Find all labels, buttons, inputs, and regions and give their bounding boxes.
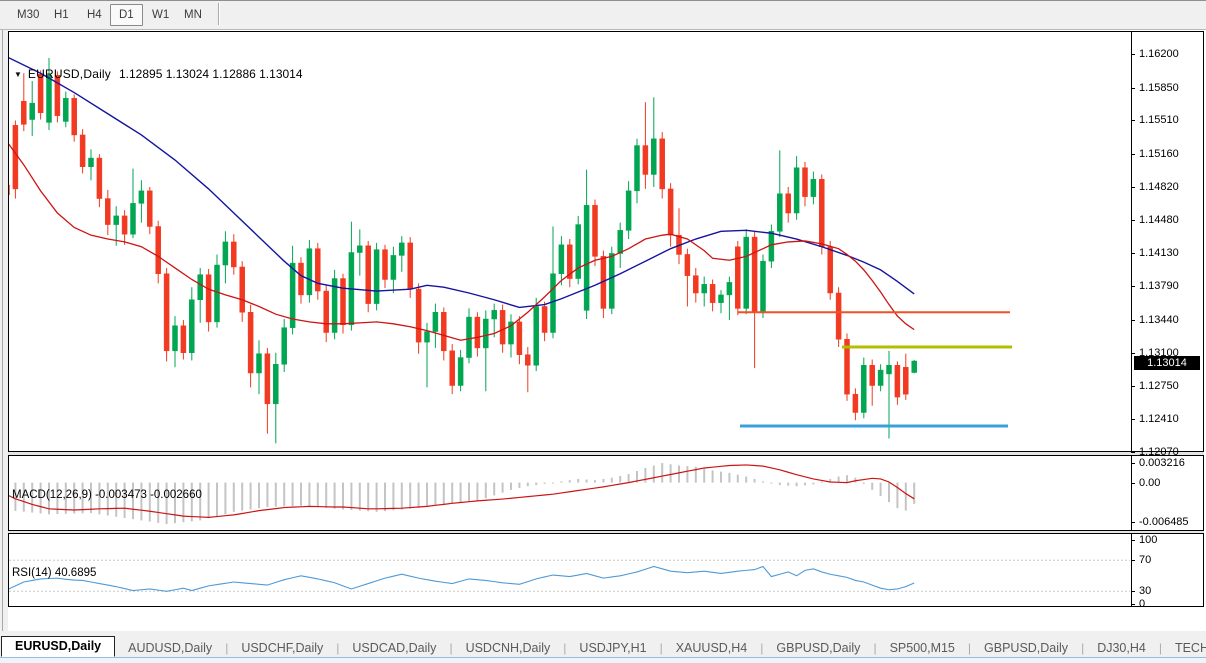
price-label: 1.12750	[1139, 380, 1179, 392]
chart-ohlc-values: 1.12895 1.13024 1.12886 1.13014	[119, 67, 303, 81]
price-label: 1.15510	[1139, 114, 1179, 126]
price-label: 1.15850	[1139, 82, 1179, 94]
price-label: 1.16200	[1139, 48, 1179, 60]
symbol-tab-usdchf-daily[interactable]: USDCHF,Daily	[228, 639, 336, 657]
rsi-axis-label: 70	[1139, 554, 1151, 566]
panel-splitter-1[interactable]	[8, 452, 1204, 455]
price-label-tick	[1131, 54, 1135, 55]
symbol-tab-audusd-daily[interactable]: AUDUSD,Daily	[115, 639, 225, 657]
symbol-tab-sp500-m15[interactable]: SP500,M15	[877, 639, 968, 657]
price-label-tick	[1131, 419, 1135, 420]
rsi-panel[interactable]	[8, 533, 1204, 607]
timeframe-button-m30[interactable]: M30	[8, 4, 48, 26]
macd-indicator-label: MACD(12,26,9) -0.003473 -0.002660	[12, 489, 202, 501]
symbol-tab-eurusd-daily[interactable]: EURUSD,Daily	[1, 636, 115, 657]
panel-splitter-2[interactable]	[8, 531, 1204, 533]
price-label: 1.14820	[1139, 181, 1179, 193]
symbol-tab-bar: EURUSD,DailyAUDUSD,Daily|USDCHF,Daily|US…	[0, 636, 1206, 657]
price-label: 1.13790	[1139, 280, 1179, 292]
price-label-tick	[1131, 452, 1135, 453]
symbol-tab-usdcad-daily[interactable]: USDCAD,Daily	[339, 639, 449, 657]
current-price-badge: 1.13014	[1134, 356, 1200, 370]
price-label-tick	[1131, 154, 1135, 155]
timeframe-button-h4[interactable]: H4	[78, 4, 111, 26]
timeframe-toolbar: M30H1H4D1W1MN	[0, 0, 1206, 30]
symbol-tab-gbpusd-daily[interactable]: GBPUSD,Daily	[971, 639, 1081, 657]
rsi-axis-label: 100	[1139, 534, 1157, 546]
price-label: 1.12410	[1139, 413, 1179, 425]
chart-dropdown-icon[interactable]: ▼	[14, 70, 22, 79]
price-label-tick	[1131, 187, 1135, 188]
chart-symbol-period: EURUSD,Daily	[28, 67, 111, 81]
rsi-indicator-label: RSI(14) 40.6895	[12, 567, 96, 579]
price-label-tick	[1131, 120, 1135, 121]
timeframe-button-mn[interactable]: MN	[175, 4, 211, 26]
macd-axis-label: -0.006485	[1139, 516, 1189, 528]
macd-axis-label-tick	[1131, 483, 1135, 484]
price-label-tick	[1131, 253, 1135, 254]
price-label-tick	[1131, 286, 1135, 287]
main-chart-panel[interactable]	[8, 31, 1204, 452]
timeframe-button-h1[interactable]: H1	[45, 4, 78, 26]
symbol-tab-usdjpy-h1[interactable]: USDJPY,H1	[566, 639, 659, 657]
macd-axis-label-tick	[1131, 522, 1135, 523]
toolbar-separator	[218, 3, 220, 25]
timeframe-button-w1[interactable]: W1	[143, 4, 178, 26]
chart-title: ▼ EURUSD,Daily 1.12895 1.13024 1.12886 1.1…	[14, 67, 303, 81]
symbol-tab-gbpusd-daily[interactable]: GBPUSD,Daily	[763, 639, 873, 657]
rsi-axis-label-tick	[1131, 604, 1135, 605]
rsi-axis-label: 0	[1139, 598, 1145, 610]
price-label-tick	[1131, 386, 1135, 387]
rsi-axis-label-tick	[1131, 540, 1135, 541]
price-label: 1.13440	[1139, 314, 1179, 326]
rsi-axis-label: 30	[1139, 585, 1151, 597]
price-label-tick	[1131, 220, 1135, 221]
rsi-axis-label-tick	[1131, 591, 1135, 592]
price-label-tick	[1131, 88, 1135, 89]
symbol-tab-usdcnh-daily[interactable]: USDCNH,Daily	[453, 639, 564, 657]
macd-axis-label: 0.00	[1139, 477, 1160, 489]
timeframe-button-d1[interactable]: D1	[110, 4, 143, 26]
price-label: 1.14480	[1139, 214, 1179, 226]
status-strip	[0, 657, 1206, 663]
rsi-axis-label-tick	[1131, 560, 1135, 561]
macd-axis-label: 0.003216	[1139, 457, 1185, 469]
window-top-edge	[0, 0, 1206, 1]
trading-platform-window: { "toolbar": { "timeframes": ["M30","H1"…	[0, 0, 1206, 663]
symbol-tab-xauusd-h4[interactable]: XAUUSD,H4	[663, 639, 761, 657]
symbol-tab-tech100-h1[interactable]: TECH100,H1	[1162, 639, 1206, 657]
price-label-tick	[1131, 320, 1135, 321]
left-groove	[2, 30, 3, 631]
price-label: 1.15160	[1139, 148, 1179, 160]
macd-axis-label-tick	[1131, 463, 1135, 464]
price-label-tick	[1131, 353, 1135, 354]
price-label: 1.14130	[1139, 247, 1179, 259]
symbol-tab-dj30-h4[interactable]: DJ30,H4	[1084, 639, 1159, 657]
chart-window: ▼ EURUSD,Daily 1.12895 1.13024 1.12886 1.1…	[0, 30, 1206, 631]
